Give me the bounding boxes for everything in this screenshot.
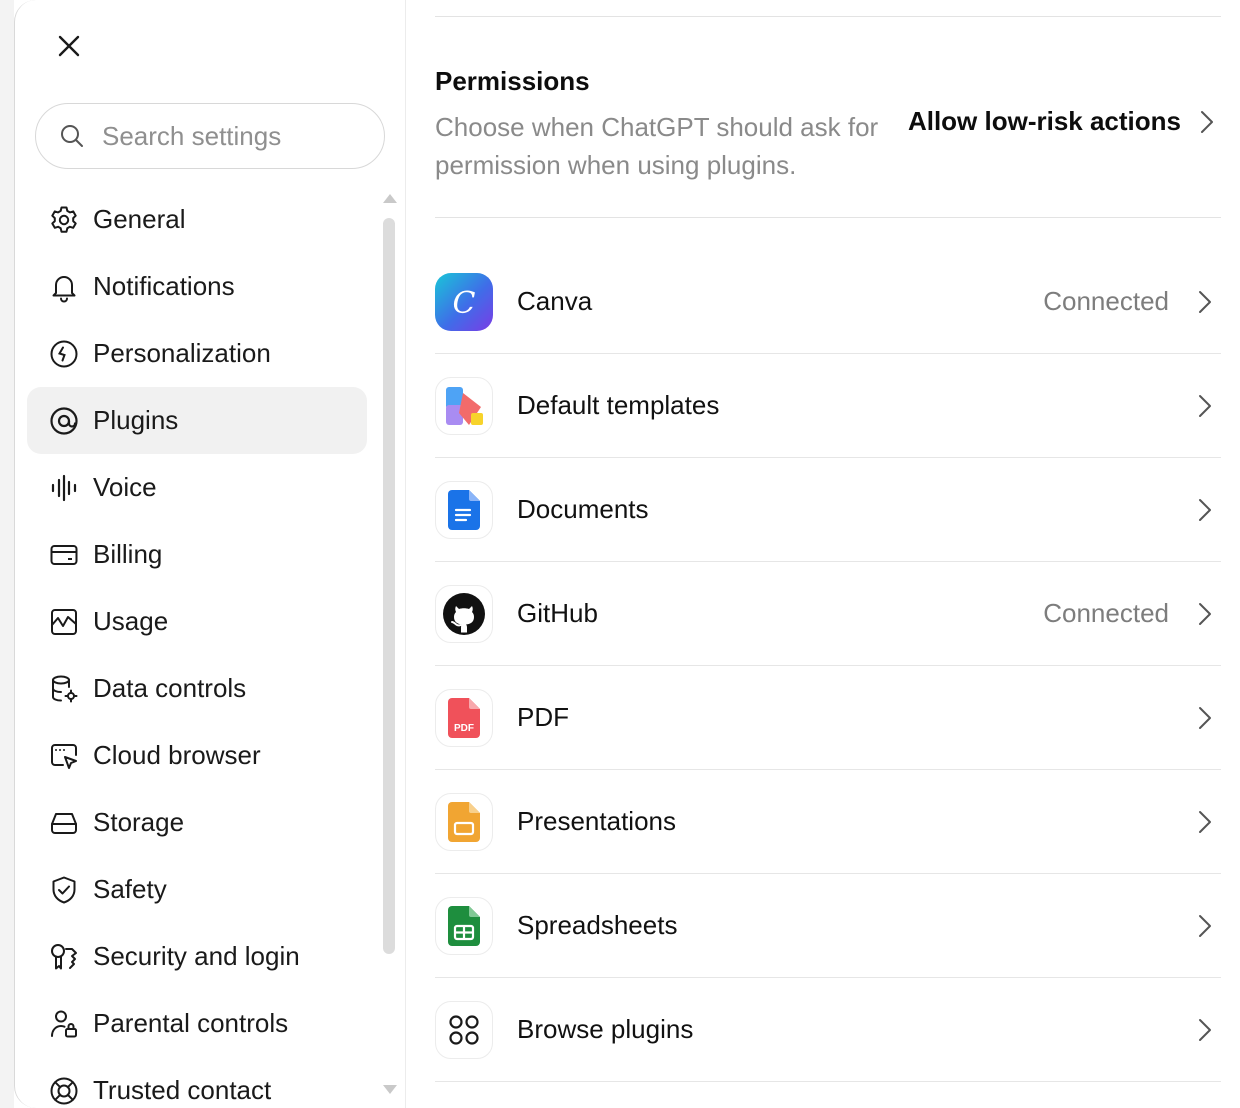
search-input[interactable]	[100, 119, 364, 153]
permissions-description: Choose when ChatGPT should ask for permi…	[435, 112, 879, 180]
plugin-name: Presentations	[517, 806, 676, 836]
sidebar-item-label: Notifications	[93, 271, 235, 301]
plugin-row-github[interactable]: GitHub Connected	[435, 562, 1221, 666]
plugin-row-presentations[interactable]: Presentations	[435, 770, 1221, 874]
sidebar-item-plugins[interactable]: Plugins	[27, 387, 367, 454]
plugin-name: PDF	[517, 702, 569, 732]
sidebar-item-personalization[interactable]: Personalization	[27, 320, 367, 387]
sidebar-item-parental-controls[interactable]: Parental controls	[27, 990, 367, 1057]
browse-plugins-icon	[435, 1000, 493, 1059]
chevron-right-icon	[1197, 496, 1213, 529]
plugin-list: C Canva Connected Default templates Docu…	[435, 250, 1221, 1082]
database-gear-icon	[47, 672, 81, 706]
github-icon	[435, 584, 493, 643]
sidebar-item-label: Storage	[93, 807, 185, 837]
sidebar-scrollbar[interactable]	[381, 190, 397, 1100]
sidebar-item-label: Personalization	[93, 338, 271, 368]
credit-card-icon	[47, 538, 81, 572]
sidebar-item-general[interactable]: General	[27, 186, 367, 253]
shield-check-icon	[47, 873, 81, 907]
sidebar-item-label: Plugins	[93, 405, 179, 435]
spreadsheet-icon	[435, 896, 493, 955]
presentation-icon	[435, 792, 493, 851]
canva-icon: C	[435, 272, 493, 331]
sidebar-item-label: Trusted contact	[93, 1075, 272, 1105]
settings-nav: General Notifications Personalization Pl…	[27, 186, 367, 1108]
permissions-title: Permissions	[435, 66, 590, 96]
sidebar-item-data-controls[interactable]: Data controls	[27, 655, 367, 722]
sidebar-item-label: Billing	[93, 539, 163, 569]
sidebar-item-label: Security and login	[93, 941, 300, 971]
settings-sidebar: General Notifications	[15, 0, 406, 1108]
chevron-right-icon	[1197, 704, 1213, 737]
sidebar-item-cloud-browser[interactable]: Cloud browser	[27, 722, 367, 789]
chevron-right-icon	[1197, 392, 1213, 425]
plugin-name: Default templates	[517, 390, 720, 420]
plugin-row-browse-plugins[interactable]: Browse plugins	[435, 978, 1221, 1082]
sidebar-item-billing[interactable]: Billing	[27, 521, 367, 588]
divider	[435, 217, 1221, 218]
plugin-status: Connected	[1043, 286, 1169, 316]
plugin-name: Spreadsheets	[517, 910, 678, 940]
settings-panel: General Notifications	[14, 0, 1240, 1108]
plugin-row-spreadsheets[interactable]: Spreadsheets	[435, 874, 1221, 978]
document-icon	[435, 480, 493, 539]
sidebar-item-storage[interactable]: Storage	[27, 789, 367, 856]
sidebar-item-label: Usage	[93, 606, 169, 636]
plugins-icon	[47, 404, 81, 438]
close-button[interactable]	[51, 28, 87, 64]
search-icon	[58, 122, 86, 150]
sidebar-item-label: Cloud browser	[93, 740, 261, 770]
cloud-browser-icon	[47, 739, 81, 773]
bell-icon	[47, 270, 81, 304]
sidebar-item-notifications[interactable]: Notifications	[27, 253, 367, 320]
plugin-row-canva[interactable]: C Canva Connected	[435, 250, 1221, 354]
templates-icon	[435, 376, 493, 435]
svg-text:C: C	[453, 286, 476, 321]
chevron-right-icon	[1197, 288, 1213, 321]
usage-chart-icon	[47, 605, 81, 639]
divider	[435, 16, 1221, 17]
close-icon	[58, 35, 80, 57]
lifebuoy-icon	[47, 1074, 81, 1108]
sidebar-item-usage[interactable]: Usage	[27, 588, 367, 655]
plugin-name: Documents	[517, 494, 649, 524]
sidebar-item-safety[interactable]: Safety	[27, 856, 367, 923]
sidebar-item-label: Parental controls	[93, 1008, 289, 1038]
plugin-row-documents[interactable]: Documents	[435, 458, 1221, 562]
sidebar-item-label: Safety	[93, 874, 167, 904]
voice-waveform-icon	[47, 471, 81, 505]
permissions-value-button[interactable]: Allow low-risk actions	[908, 106, 1181, 137]
search-box[interactable]	[35, 103, 385, 169]
chevron-right-icon	[1197, 912, 1213, 945]
svg-text:PDF: PDF	[454, 723, 474, 734]
chevron-right-icon[interactable]	[1199, 108, 1215, 141]
scroll-up-arrow-icon[interactable]	[383, 194, 397, 203]
plugin-name: Browse plugins	[517, 1014, 694, 1044]
sidebar-item-voice[interactable]: Voice	[27, 454, 367, 521]
plugin-row-pdf[interactable]: PDF PDF	[435, 666, 1221, 770]
sidebar-item-label: Voice	[93, 472, 157, 502]
security-key-icon	[47, 940, 81, 974]
plugins-settings-content: Permissions Choose when ChatGPT should a…	[435, 0, 1223, 1108]
scrollbar-thumb[interactable]	[383, 218, 395, 954]
pdf-icon: PDF	[435, 688, 493, 747]
sidebar-item-security-and-login[interactable]: Security and login	[27, 923, 367, 990]
sidebar-item-label: General	[93, 204, 186, 234]
plugin-row-default-templates[interactable]: Default templates	[435, 354, 1221, 458]
storage-drive-icon	[47, 806, 81, 840]
scroll-down-arrow-icon[interactable]	[383, 1085, 397, 1094]
parental-lock-icon	[47, 1007, 81, 1041]
window-edge	[0, 0, 14, 1108]
chevron-right-icon	[1197, 1016, 1213, 1049]
chevron-right-icon	[1197, 808, 1213, 841]
gear-icon	[47, 203, 81, 237]
personalization-icon	[47, 337, 81, 371]
sidebar-item-trusted-contact[interactable]: Trusted contact	[27, 1057, 367, 1108]
plugin-name: GitHub	[517, 598, 598, 628]
plugin-name: Canva	[517, 286, 593, 316]
plugin-status: Connected	[1043, 598, 1169, 628]
chevron-right-icon	[1197, 600, 1213, 633]
sidebar-item-label: Data controls	[93, 673, 247, 703]
